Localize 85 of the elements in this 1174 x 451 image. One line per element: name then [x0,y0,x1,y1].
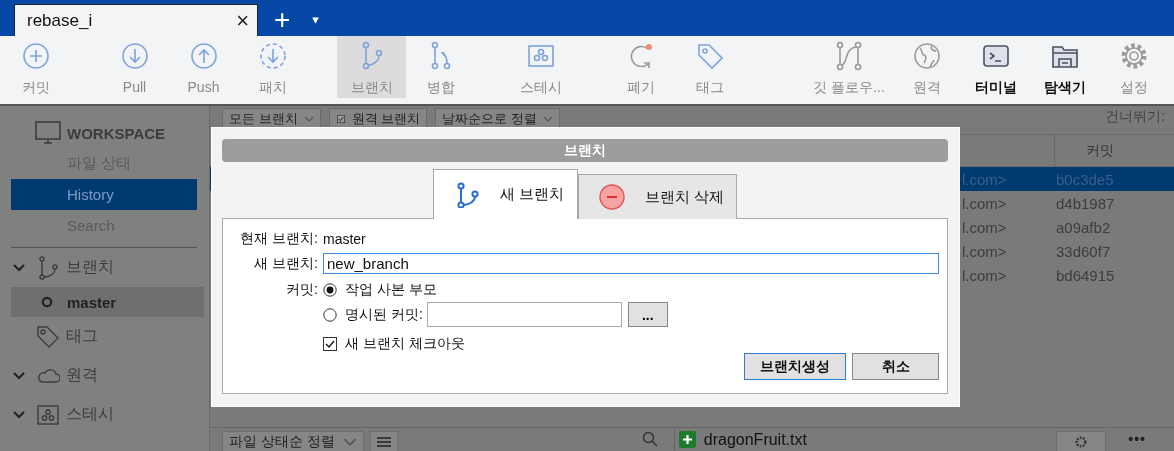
sort-dropdown[interactable]: 파일 상태순 정렬 [222,431,364,451]
current-branch-value: master [323,231,366,247]
close-button[interactable]: × [236,9,249,32]
input-field[interactable] [426,302,622,327]
sidebar-item[interactable]: History [11,179,197,210]
section-title: 태그 [66,326,98,346]
radio-icon [323,283,337,297]
new-tab-button[interactable]: + [274,6,291,34]
section-title: 원격 [66,365,98,385]
commit-hash: a09afb2 [1055,218,1112,236]
create-branch-button[interactable]: 브랜치생성 [744,353,846,380]
plus-circle-icon [20,41,51,71]
field-label: 현재 브랜치: [239,230,319,248]
toolbar-button[interactable]: 커밋 [1,36,70,98]
commit-hash: d4b1987 [1055,194,1116,212]
stash-icon [36,402,60,427]
dialog-tab[interactable]: 브랜치 삭제 [577,174,737,219]
down-arrow-circle-icon [119,41,150,71]
toolbar-button[interactable]: 깃 플로우... [806,36,892,98]
up-arrow-circle-icon [188,41,219,71]
checkbox[interactable]: 원격 브랜치 [328,108,428,129]
settings-icon [1074,436,1089,448]
ring-icon [41,296,53,308]
branch-icon [36,255,60,280]
flow-icon [834,41,864,71]
checkbox-icon [335,114,346,123]
checkbox-icon [323,337,337,351]
field-label: 커밋: [285,281,319,299]
branch-item[interactable]: master [11,287,204,317]
cancel-button[interactable]: 취소 [852,353,939,380]
toolbar-button[interactable]: Pull [100,36,169,98]
commit-hash: b0c3de5 [1055,170,1115,188]
minus-circle-icon [598,184,625,210]
toolbar-button[interactable]: 탐색기 [1030,36,1099,98]
table-cell-text: l.com> [961,218,1008,236]
tab-menu-button[interactable]: ▾ [312,12,319,27]
toolbar-button[interactable]: Push [169,36,238,98]
list-view-button[interactable] [369,431,398,451]
toolbar-button[interactable]: 패치 [238,36,307,98]
section-title: WORKSPACE [67,124,166,142]
table-cell-text: l.com> [961,194,1008,212]
table-cell-text: l.com> [961,242,1008,260]
field-label: 새 브랜치: [253,254,319,273]
caret-icon [542,114,553,123]
browse-button[interactable]: ... [627,302,668,327]
dropdown[interactable]: 모든 브랜치 [222,108,321,129]
commit-hash: bd64915 [1055,266,1116,284]
toolbar-button[interactable]: 폐기 [606,36,675,98]
toolbar-button[interactable]: 태그 [675,36,744,98]
radio-icon [323,307,337,322]
globe-icon [911,41,942,71]
input-field[interactable]: new_branch [323,253,939,274]
tag-icon [36,324,60,349]
branch-name: master [67,293,117,311]
tab-title: rebase_i [27,10,93,31]
table-cell-text: l.com> [961,266,1008,284]
toolbar-button[interactable]: 터미널 [961,36,1030,98]
commit-hash: 33d60f7 [1055,242,1112,260]
dashed-arrow-circle-icon [257,41,288,71]
list-icon [376,436,391,448]
toolbar-button[interactable]: 브랜치 [337,36,406,98]
toolbar-button[interactable]: 병합 [406,36,475,98]
file-name: dragonFruit.txt [703,431,807,449]
added-file-icon [678,431,696,448]
search-icon [641,431,658,447]
monitor-icon [35,121,61,145]
more-button[interactable]: ••• [1128,431,1146,447]
document-tab[interactable]: rebase_i × [14,4,258,36]
dropdown[interactable]: 날짜순으로 정렬 [435,108,560,129]
radio-option[interactable]: 명시된 커밋: [323,305,423,324]
section-title: 스테시 [66,404,114,424]
branch-icon [454,181,481,208]
caret-icon [303,114,314,123]
toolbar-button[interactable]: 스테시 [506,36,575,98]
checkbox[interactable]: 새 브랜치 체크아웃 [323,335,465,353]
radio-option[interactable]: 작업 사본 부모 [323,281,437,299]
table-cell-text: l.com> [961,170,1008,188]
column-header[interactable]: 커밋 [1054,135,1174,166]
dialog-tab[interactable]: 새 브랜치 [433,169,578,219]
settings-dropdown[interactable] [1056,431,1107,451]
caret-icon [342,436,357,448]
section-title: 브랜치 [66,257,114,277]
toolbar-button[interactable]: 설정 [1099,36,1168,98]
dialog-title: 브랜치 [222,139,948,162]
toolbar-button[interactable]: 원격 [892,36,961,98]
